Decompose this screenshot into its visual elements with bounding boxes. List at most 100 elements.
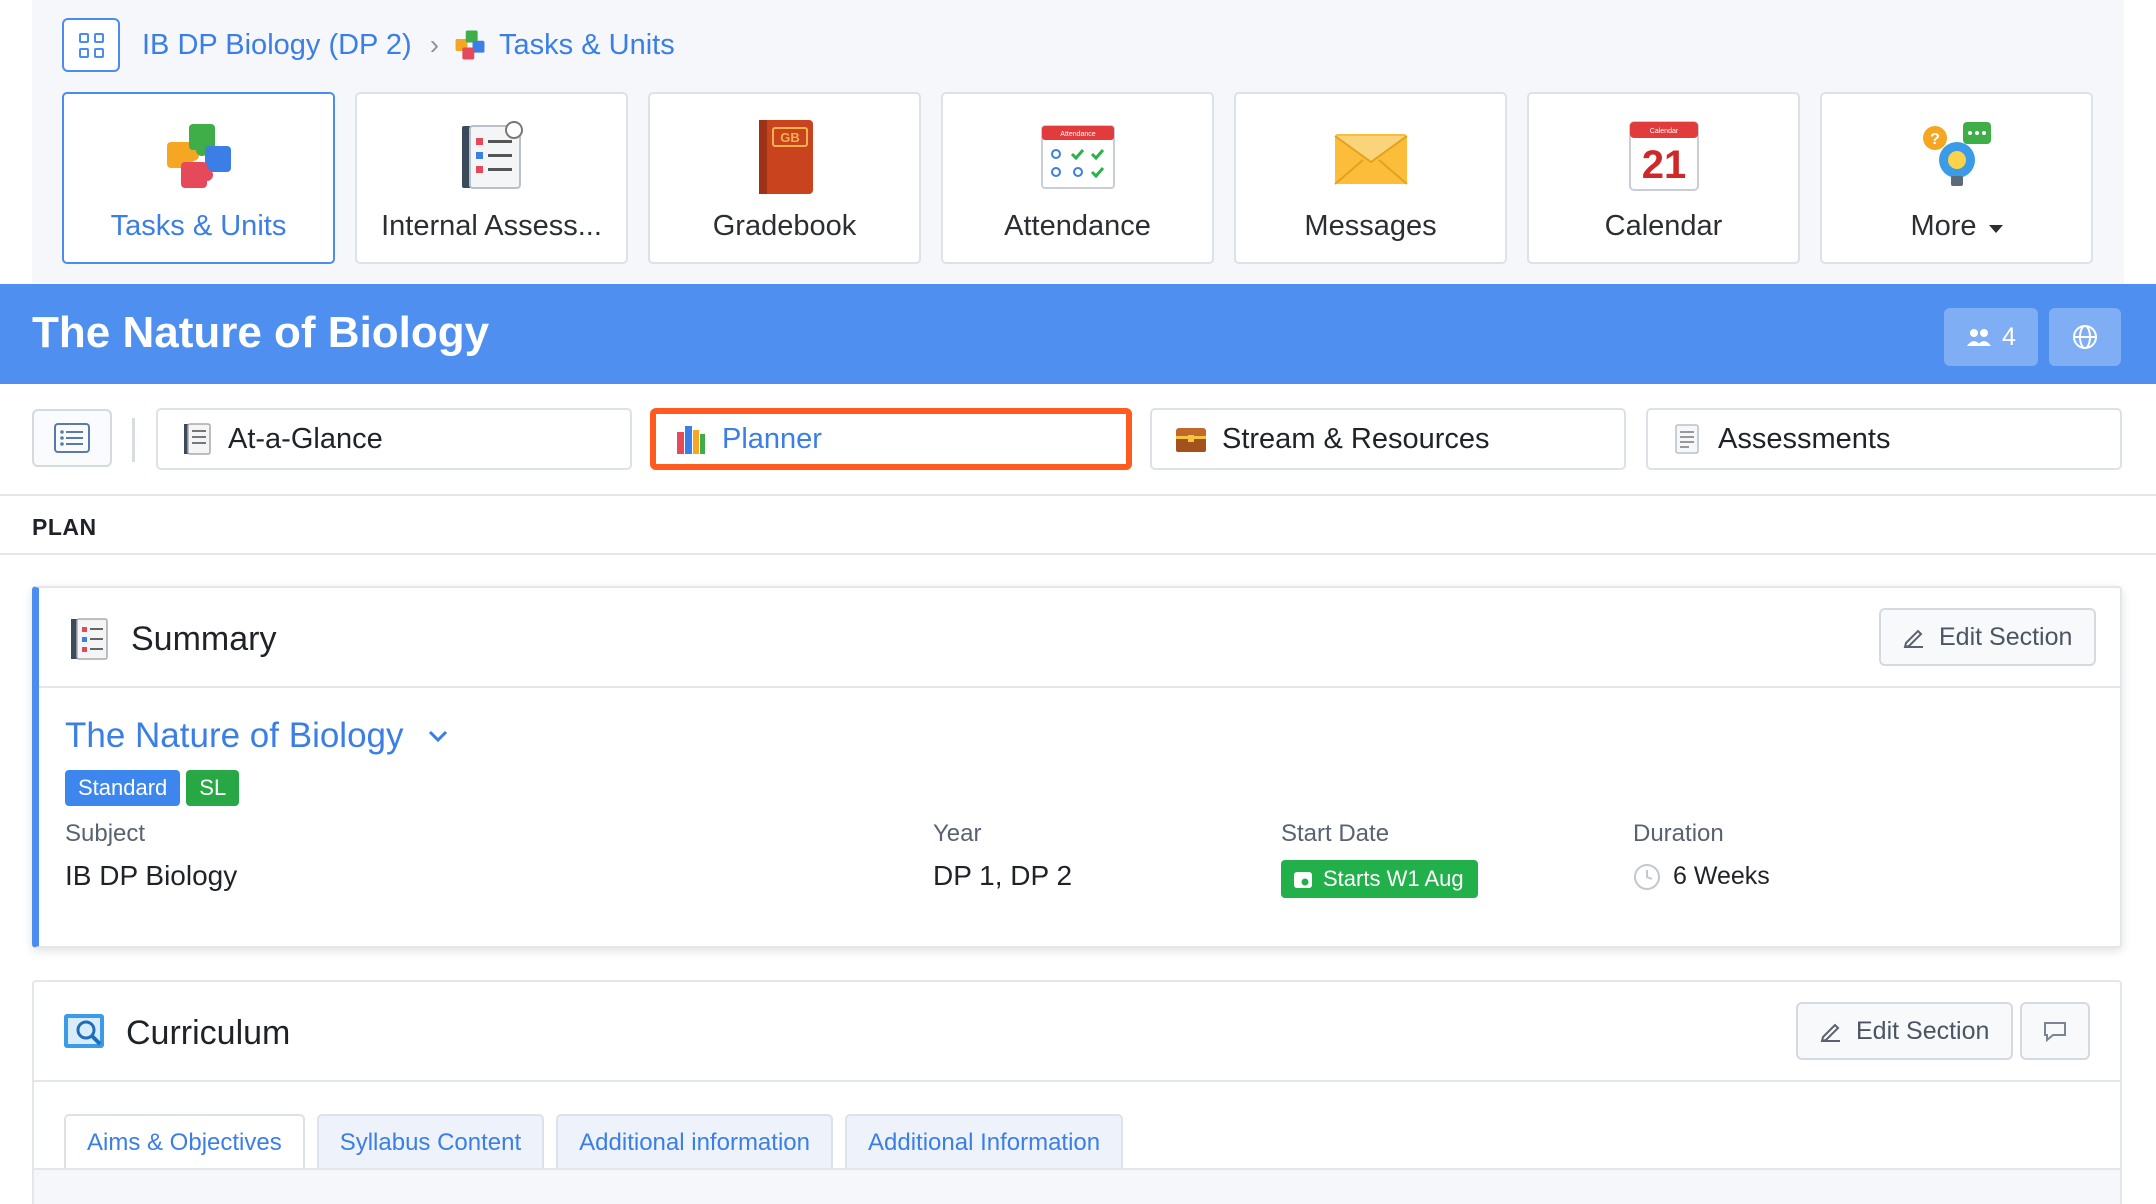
app-tile-label: Attendance — [1004, 210, 1151, 242]
gradebook-icon: GB — [758, 120, 813, 194]
divider — [132, 418, 135, 462]
svg-text:GB: GB — [780, 130, 800, 145]
app-tile-tasks-units[interactable]: Tasks & Units — [62, 92, 335, 264]
app-tile-label: Messages — [1304, 210, 1437, 242]
edit-summary-button[interactable]: Edit Section — [1879, 608, 2097, 666]
duration-label: Duration — [1633, 820, 1724, 847]
curriculum-card: Curriculum Edit Section Aims & Objective… — [32, 980, 2122, 1204]
unit-title-text: The Nature of Biology — [65, 716, 404, 755]
tab-at-a-glance[interactable]: At-a-Glance — [156, 408, 632, 470]
app-tiles: Tasks & Units Internal Assess... GB Grad… — [62, 92, 2093, 264]
comment-button[interactable] — [2020, 1002, 2090, 1060]
start-date-label: Start Date — [1281, 820, 1390, 847]
more-label: More — [1910, 210, 1977, 242]
chevron-down-icon — [428, 730, 447, 742]
breadcrumb-current[interactable]: Tasks & Units — [453, 28, 675, 62]
notebook-icon — [71, 618, 108, 660]
app-tile-label: Gradebook — [712, 210, 857, 242]
app-tile-attendance[interactable]: Attendance Attendance — [941, 92, 1214, 264]
lightbulb-chat-icon: ? — [1922, 122, 1991, 186]
list-icon — [54, 423, 90, 453]
curriculum-header: Curriculum Edit Section — [34, 982, 2120, 1082]
summary-card: Summary Edit Section The Nature of Biolo… — [32, 586, 2122, 948]
year-label: Year — [933, 820, 982, 847]
edit-curriculum-button[interactable]: Edit Section — [1796, 1002, 2014, 1060]
curriculum-tabs: Aims & Objectives Syllabus Content Addit… — [64, 1114, 1124, 1170]
svg-text:?: ? — [1930, 131, 1940, 148]
unit-title-dropdown[interactable]: The Nature of Biology — [65, 716, 448, 756]
chevron-right-icon: › — [429, 29, 440, 60]
clock-icon — [1634, 863, 1660, 890]
duration-value-wrap: 6 Weeks — [1633, 862, 1770, 891]
caret-down-icon — [1988, 224, 2003, 233]
curriculum-content — [34, 1170, 2120, 1204]
app-tile-label: Tasks & Units — [110, 210, 287, 242]
notebook-icon — [184, 423, 211, 455]
svg-text:Attendance: Attendance — [1060, 131, 1096, 138]
app-tile-more[interactable]: ? More — [1820, 92, 2093, 264]
puzzle-icon — [455, 30, 485, 60]
app-tile-gradebook[interactable]: GB Gradebook — [648, 92, 921, 264]
tab-syllabus-content[interactable]: Syllabus Content — [316, 1114, 545, 1170]
start-date-value: Starts W1 Aug — [1323, 866, 1464, 891]
level-badge: Standard — [65, 770, 181, 806]
app-tile-calendar[interactable]: Calendar 21 Calendar — [1527, 92, 1800, 264]
globe-icon — [2073, 325, 2097, 349]
users-icon — [1967, 329, 1992, 346]
books-icon — [677, 426, 705, 454]
tab-additional-information-2[interactable]: Additional Information — [844, 1114, 1124, 1170]
tab-stream-resources[interactable]: Stream & Resources — [1150, 408, 1626, 470]
app-tile-label: Internal Assess... — [381, 210, 602, 242]
duration-value: 6 Weeks — [1673, 862, 1770, 890]
year-value: DP 1, DP 2 — [933, 860, 1073, 891]
summary-title: Summary — [131, 620, 277, 658]
tab-label: At-a-Glance — [228, 422, 383, 455]
visibility-button[interactable] — [2049, 308, 2121, 366]
envelope-icon — [1333, 134, 1408, 185]
svg-text:21: 21 — [1641, 143, 1686, 187]
members-count: 4 — [2002, 322, 2016, 351]
tab-additional-information[interactable]: Additional information — [556, 1114, 833, 1170]
breadcrumb-course-link[interactable]: IB DP Biology (DP 2) — [142, 29, 412, 62]
svg-text:Calendar: Calendar — [1649, 128, 1678, 135]
app-tile-label: More — [1910, 210, 2003, 243]
course-navigation: IB DP Biology (DP 2) › Tasks & Units Tas… — [32, 0, 2124, 284]
breadcrumb: IB DP Biology (DP 2) › Tasks & Units — [62, 18, 675, 72]
level-badge: SL — [186, 770, 240, 806]
edit-section-label: Edit Section — [1856, 1016, 1990, 1045]
magnifier-icon — [64, 1014, 104, 1048]
edit-section-label: Edit Section — [1939, 622, 2073, 651]
attendance-icon: Attendance — [1040, 125, 1115, 189]
summary-header: Summary Edit Section — [39, 588, 2120, 688]
curriculum-title: Curriculum — [126, 1014, 291, 1052]
chat-bubble-icon — [2044, 1022, 2066, 1042]
unit-header: The Nature of Biology 4 — [0, 284, 2156, 384]
tab-label: Assessments — [1718, 422, 1891, 455]
chest-icon — [1176, 428, 1206, 452]
breadcrumb-current-label: Tasks & Units — [499, 28, 675, 61]
app-tile-internal-assessment[interactable]: Internal Assess... — [355, 92, 628, 264]
members-button[interactable]: 4 — [1944, 308, 2038, 366]
app-tile-messages[interactable]: Messages — [1234, 92, 1507, 264]
subject-value: IB DP Biology — [65, 860, 238, 891]
unit-header-title: The Nature of Biology — [32, 308, 490, 357]
divider — [0, 553, 2156, 555]
unit-tabs: At-a-Glance Planner Stream & Resources A… — [0, 384, 2156, 496]
calendar-icon — [1294, 872, 1312, 888]
apps-grid-button[interactable] — [62, 18, 120, 72]
tab-label: Planner — [722, 422, 822, 455]
calendar-icon: Calendar 21 — [1628, 121, 1699, 191]
tab-planner[interactable]: Planner — [650, 408, 1132, 470]
pencil-icon — [1820, 1023, 1840, 1042]
document-icon — [1675, 424, 1699, 454]
tab-assessments[interactable]: Assessments — [1646, 408, 2122, 470]
section-label: PLAN — [32, 514, 97, 540]
grid-icon — [78, 32, 104, 58]
outline-toggle-button[interactable] — [32, 409, 112, 467]
tab-aims-objectives[interactable]: Aims & Objectives — [64, 1114, 305, 1170]
app-tile-label: Calendar — [1604, 210, 1723, 242]
puzzle-icon — [166, 124, 231, 188]
subject-label: Subject — [65, 820, 146, 847]
start-date-badge: Starts W1 Aug — [1281, 860, 1478, 898]
tab-label: Stream & Resources — [1222, 422, 1490, 455]
